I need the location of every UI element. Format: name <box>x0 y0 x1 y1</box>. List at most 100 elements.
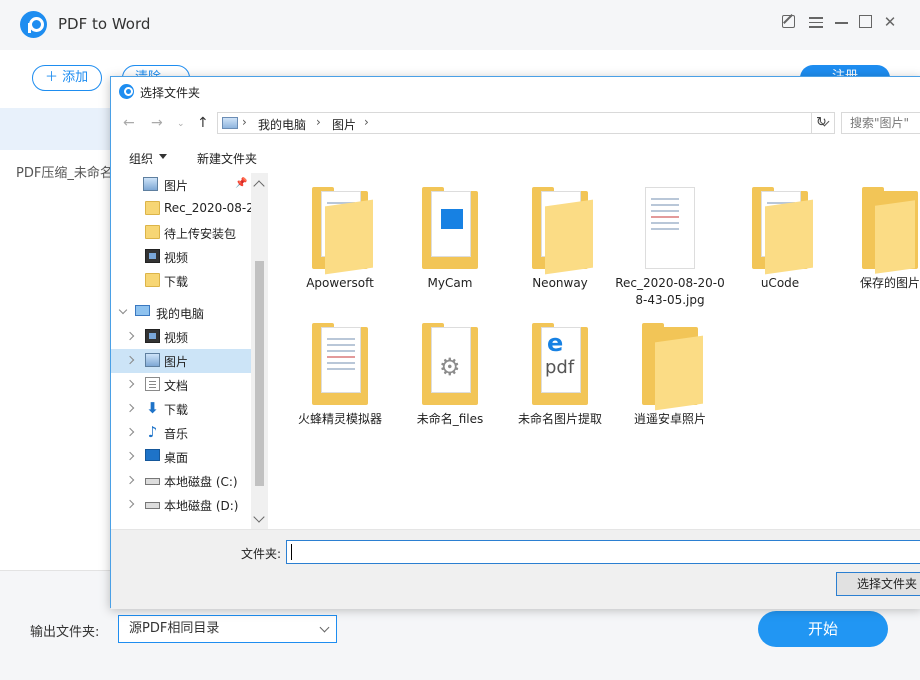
folder-name-input[interactable] <box>286 540 920 564</box>
tree-item-rec-folder[interactable]: Rec_2020-08-2 <box>111 197 251 221</box>
computer-icon <box>135 305 150 316</box>
file-item[interactable]: Neonway <box>505 173 615 303</box>
expand-arrow-icon[interactable] <box>118 305 128 315</box>
file-name: Neonway <box>532 276 588 290</box>
file-item[interactable]: e pdf 未命名图片提取 <box>505 309 615 439</box>
output-folder-value: 源PDF相同目录 <box>129 621 220 636</box>
back-arrow-icon[interactable]: ← <box>123 115 135 131</box>
tree-item-label: 桌面 <box>164 451 189 465</box>
organize-button[interactable]: 组织 <box>129 150 153 167</box>
picture-icon <box>145 353 160 367</box>
chevron-down-icon <box>319 622 330 633</box>
file-item[interactable]: 保存的图片 <box>835 173 920 303</box>
file-item[interactable]: Rec_2020-08-20-08-43-05.jpg <box>615 173 725 307</box>
collapse-arrow-icon[interactable] <box>125 475 135 485</box>
document-icon <box>145 377 160 391</box>
video-icon <box>145 249 160 263</box>
collapse-arrow-icon[interactable] <box>125 379 135 389</box>
select-folder-dialog: 选择文件夹 ← → ⌄ ↑ › 我的电脑 › 图片 › ↻ 搜索"图片" 组织 … <box>110 76 920 609</box>
menu-icon[interactable] <box>808 14 824 30</box>
tree-item-videos-quick[interactable]: 视频 <box>111 245 251 269</box>
address-bar[interactable]: › 我的电脑 › 图片 › <box>217 112 835 134</box>
file-item[interactable]: 逍遥安卓照片 <box>615 309 725 439</box>
tree-item-label: 本地磁盘 (C:) <box>164 475 238 489</box>
navigation-tree: 图片 📌 Rec_2020-08-2 待上传安装包 视频 下载 我的电脑 视频 <box>111 173 251 529</box>
file-item[interactable]: ⚙ 未命名_files <box>395 309 505 439</box>
tree-item-label: 文档 <box>164 379 189 393</box>
breadcrumb-pictures[interactable]: 图片 <box>332 116 356 133</box>
picture-icon <box>143 177 158 191</box>
tree-item-my-computer[interactable]: 我的电脑 <box>111 301 251 325</box>
tree-item-desktop[interactable]: 桌面 <box>111 445 251 469</box>
tree-item-pictures[interactable]: 图片 <box>111 349 251 373</box>
app-small-icon <box>119 84 134 99</box>
search-input[interactable]: 搜索"图片" <box>841 112 920 134</box>
app-logo-icon <box>20 11 47 38</box>
minimize-icon[interactable] <box>834 14 850 30</box>
tree-item-label: 待上传安装包 <box>164 227 237 241</box>
collapse-arrow-icon[interactable] <box>125 427 135 437</box>
tree-item-label: 本地磁盘 (D:) <box>164 499 239 513</box>
tree-item-label: 下载 <box>164 275 189 289</box>
collapse-arrow-icon[interactable] <box>125 331 135 341</box>
tree-item-upload-packages[interactable]: 待上传安装包 <box>111 221 251 245</box>
scrollbar-thumb[interactable] <box>255 261 264 486</box>
collapse-arrow-icon[interactable] <box>125 451 135 461</box>
tree-item-label: 视频 <box>164 251 189 265</box>
refresh-icon[interactable]: ↻ <box>811 112 831 134</box>
text-caret <box>291 544 292 560</box>
tree-item-music[interactable]: ♪ 音乐 <box>111 421 251 445</box>
recent-dropdown-icon[interactable]: ⌄ <box>177 119 185 129</box>
new-folder-button[interactable]: 新建文件夹 <box>197 150 257 167</box>
navigation-bar: ← → ⌄ ↑ › 我的电脑 › 图片 › ↻ 搜索"图片" <box>111 107 920 139</box>
add-button[interactable]: ＋ 添加 <box>32 65 102 91</box>
breadcrumb-separator-icon: › <box>242 115 247 129</box>
forward-arrow-icon[interactable]: → <box>151 115 163 131</box>
collapse-arrow-icon[interactable] <box>125 403 135 413</box>
breadcrumb-separator-icon: › <box>316 115 321 129</box>
file-name: 未命名图片提取 <box>517 412 602 426</box>
scroll-up-icon[interactable] <box>253 180 265 192</box>
tree-item-downloads[interactable]: ⬇ 下载 <box>111 397 251 421</box>
tree-item-drive-d[interactable]: 本地磁盘 (D:) <box>111 493 251 517</box>
file-row-name[interactable]: PDF压缩_未命名 <box>16 162 113 181</box>
output-folder-select[interactable]: 源PDF相同目录 <box>118 615 337 643</box>
tree-item-label: 视频 <box>164 331 189 345</box>
tree-scrollbar[interactable] <box>251 173 268 529</box>
file-name: Apowersoft <box>306 276 374 290</box>
tree-item-label: Rec_2020-08-2 <box>164 201 251 215</box>
file-item[interactable]: MyCam <box>395 173 505 303</box>
dialog-title: 选择文件夹 <box>140 86 201 100</box>
tree-item-pictures-quick[interactable]: 图片 📌 <box>111 173 251 197</box>
dialog-footer: 文件夹: 选择文件夹 <box>111 529 920 609</box>
desktop-icon <box>145 449 160 461</box>
scroll-down-icon[interactable] <box>253 511 265 523</box>
drive-icon <box>145 478 160 485</box>
feedback-icon[interactable] <box>782 14 798 30</box>
tree-item-videos[interactable]: 视频 <box>111 325 251 349</box>
file-item[interactable]: 火蜂精灵模拟器 <box>285 309 395 439</box>
tree-item-label: 图片 <box>164 355 189 369</box>
breadcrumb-my-computer[interactable]: 我的电脑 <box>258 116 306 133</box>
tree-item-drive-c[interactable]: 本地磁盘 (C:) <box>111 469 251 493</box>
file-item[interactable]: Apowersoft <box>285 173 395 303</box>
tree-item-label: 音乐 <box>164 427 189 441</box>
select-folder-button[interactable]: 选择文件夹 <box>836 572 920 596</box>
folder-icon <box>145 201 160 215</box>
file-name: Rec_2020-08-20-08-43-05.jpg <box>615 276 725 307</box>
tree-item-downloads-quick[interactable]: 下载 <box>111 269 251 293</box>
tree-item-documents[interactable]: 文档 <box>111 373 251 397</box>
pin-icon[interactable]: 📌 <box>235 178 247 189</box>
command-bar: 组织 新建文件夹 <box>111 139 920 173</box>
file-item[interactable]: uCode <box>725 173 835 303</box>
close-icon[interactable]: ✕ <box>882 14 898 30</box>
maximize-icon[interactable] <box>858 14 874 30</box>
up-arrow-icon[interactable]: ↑ <box>197 115 209 131</box>
start-button[interactable]: 开始 <box>758 611 888 647</box>
caret-down-icon <box>159 154 167 159</box>
collapse-arrow-icon[interactable] <box>125 355 135 365</box>
file-name: 保存的图片 <box>859 276 920 290</box>
folder-label: 文件夹: <box>241 547 282 561</box>
file-name: 未命名_files <box>416 412 484 426</box>
collapse-arrow-icon[interactable] <box>125 499 135 509</box>
